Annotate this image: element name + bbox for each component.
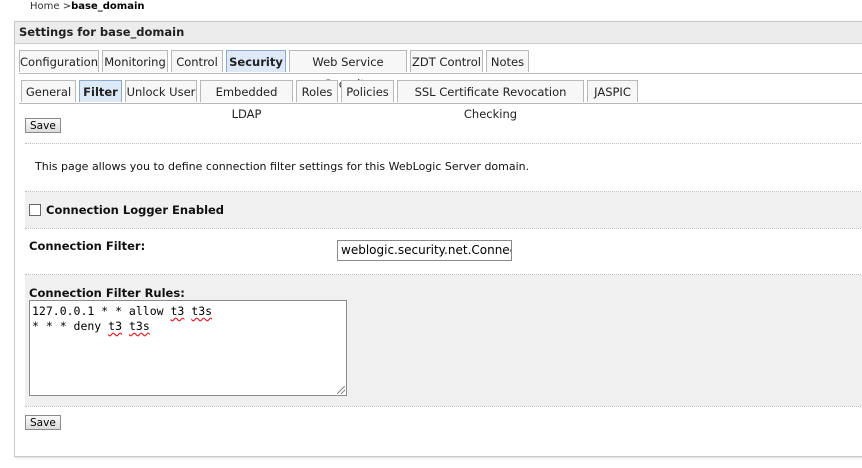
spellcheck-word: t3s bbox=[191, 304, 213, 318]
breadcrumb-current: base_domain bbox=[71, 1, 145, 12]
divider bbox=[25, 228, 862, 229]
connection-filter-label: Connection Filter: bbox=[29, 239, 146, 253]
filter-rules-label: Connection Filter Rules: bbox=[29, 286, 185, 300]
tab-configuration[interactable]: Configuration bbox=[19, 50, 99, 72]
tab-notes[interactable]: Notes bbox=[486, 50, 529, 72]
subtab-jaspic[interactable]: JASPIC bbox=[587, 80, 638, 102]
panel-title: Settings for base_domain bbox=[15, 22, 862, 44]
connection-logger-checkbox[interactable] bbox=[29, 204, 41, 216]
tab-monitoring[interactable]: Monitoring bbox=[102, 50, 168, 72]
spellcheck-word: t3 bbox=[108, 319, 123, 333]
spellcheck-word: t3s bbox=[128, 319, 150, 333]
tab-security[interactable]: Security bbox=[226, 50, 286, 72]
connection-logger-label: Connection Logger Enabled bbox=[46, 203, 225, 217]
divider bbox=[25, 143, 862, 144]
subtab-policies[interactable]: Policies bbox=[341, 80, 394, 102]
main-tab-bar: Configuration Monitoring Control Securit… bbox=[19, 50, 862, 91]
subtab-roles[interactable]: Roles bbox=[296, 80, 338, 102]
save-button-bottom[interactable]: Save bbox=[25, 415, 61, 430]
main-tab-divider bbox=[19, 73, 862, 74]
subtab-general[interactable]: General bbox=[21, 80, 76, 102]
rule-line-1-text: 127.0.0.1 * * allow bbox=[32, 304, 171, 318]
rule-line-2-text: * * * deny bbox=[32, 319, 109, 333]
tab-zdt-control[interactable]: ZDT Control bbox=[410, 50, 483, 72]
subtab-unlock-user[interactable]: Unlock User bbox=[125, 80, 197, 102]
connection-filter-input[interactable]: weblogic.security.net.ConnectionFilterIm… bbox=[337, 240, 512, 261]
resize-handle-icon[interactable] bbox=[337, 386, 345, 394]
save-button-top[interactable]: Save bbox=[25, 118, 61, 133]
sub-tab-bar: General Filter Unlock User Embedded LDAP… bbox=[19, 80, 862, 121]
page-description: This page allows you to define connectio… bbox=[35, 160, 530, 173]
filter-rules-textarea[interactable]: 127.0.0.1 * * allow t3 t3s * * * deny t3… bbox=[29, 300, 347, 396]
settings-panel: Settings for base_domain Configuration M… bbox=[14, 21, 862, 457]
subtab-embedded-ldap[interactable]: Embedded LDAP bbox=[200, 80, 293, 121]
tab-web-service-security[interactable]: Web Service Security bbox=[289, 50, 407, 91]
subtab-filter[interactable]: Filter bbox=[79, 80, 122, 102]
breadcrumb: Home >base_domain bbox=[30, 1, 145, 12]
sub-tab-divider bbox=[19, 103, 862, 104]
divider bbox=[25, 406, 862, 407]
tab-control[interactable]: Control bbox=[171, 50, 223, 72]
breadcrumb-home-link[interactable]: Home bbox=[30, 1, 60, 12]
subtab-ssl-revocation[interactable]: SSL Certificate Revocation Checking bbox=[397, 80, 584, 121]
breadcrumb-separator: > bbox=[62, 1, 72, 12]
spellcheck-word: t3 bbox=[170, 304, 185, 318]
